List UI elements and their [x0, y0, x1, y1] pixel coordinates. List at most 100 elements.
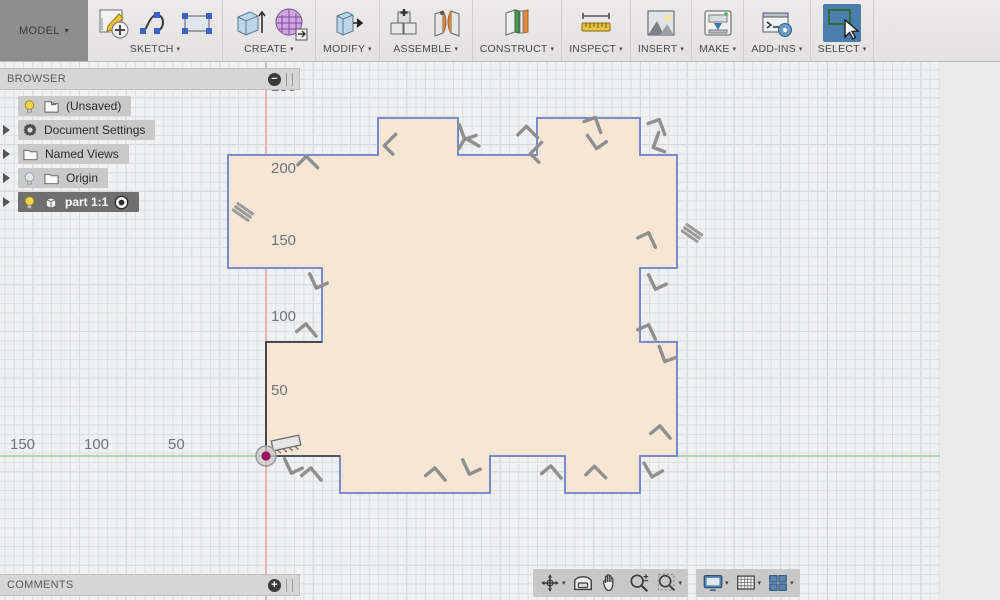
chevron-down-icon: ▾: [798, 46, 803, 53]
insert-image-icon[interactable]: [643, 5, 679, 41]
new-component-icon[interactable]: [387, 5, 423, 41]
expand-triangle-icon[interactable]: [0, 147, 14, 161]
expand-triangle-icon[interactable]: [0, 195, 14, 209]
chevron-down-icon: ▾: [454, 46, 459, 53]
zoom-window-button[interactable]: ▾: [654, 571, 685, 595]
3d-print-icon[interactable]: [700, 5, 736, 41]
create-sketch-icon[interactable]: [95, 5, 131, 41]
pan-hand-icon[interactable]: [600, 572, 622, 594]
zoom-icon[interactable]: [628, 572, 650, 594]
rectangle-icon[interactable]: [179, 5, 215, 41]
toolbar-group-make[interactable]: MAKE ▾: [692, 0, 745, 61]
measure-ruler-icon[interactable]: [578, 5, 614, 41]
scripts-addins-icon[interactable]: [759, 5, 795, 41]
chevron-down-icon[interactable]: ▾: [562, 579, 566, 587]
look-at-icon[interactable]: [572, 572, 594, 594]
workspace-switcher[interactable]: MODEL ▾: [0, 0, 88, 61]
toolbar-group-select[interactable]: SELECT ▾: [811, 0, 875, 61]
axis-label-x-100: 100: [84, 436, 110, 453]
chevron-down-icon: ▾: [732, 46, 737, 53]
panel-grip-icon[interactable]: [286, 578, 293, 592]
spline-icon[interactable]: [137, 5, 173, 41]
chevron-down-icon: ▾: [64, 26, 69, 35]
browser-item-named-views[interactable]: Named Views: [0, 142, 300, 166]
navigation-group-view: ▾ ▾: [533, 569, 689, 597]
orbit-icon[interactable]: [539, 572, 561, 594]
browser-item-document-settings[interactable]: Document Settings: [0, 118, 300, 142]
toolbar-label-insert: INSERT: [637, 43, 678, 55]
axis-label-y-100: 100: [271, 308, 297, 325]
browser-item-origin[interactable]: Origin: [0, 166, 300, 190]
display-settings-button[interactable]: ▾: [700, 571, 731, 595]
chevron-down-icon: ▾: [550, 46, 555, 53]
canvas-right-margin: [940, 62, 1000, 600]
chevron-down-icon: ▾: [290, 46, 294, 53]
toolbar-group-insert[interactable]: INSERT ▾: [631, 0, 693, 61]
toolbar-group-sketch[interactable]: SKETCH ▾: [88, 0, 223, 61]
minus-circle-icon[interactable]: −: [268, 72, 281, 86]
pan-button[interactable]: [598, 571, 624, 595]
orbit-button[interactable]: ▾: [537, 571, 568, 595]
offset-plane-icon[interactable]: [499, 5, 535, 41]
workspace-label: MODEL: [19, 24, 60, 37]
toolbar-label-construct: CONSTRUCT: [479, 43, 548, 55]
browser-item-unsaved[interactable]: (Unsaved): [0, 94, 300, 118]
toolbar-group-assemble[interactable]: ASSEMBLE ▾: [380, 0, 473, 61]
browser-item-label: Named Views: [45, 147, 119, 161]
chevron-down-icon[interactable]: ▾: [758, 579, 762, 587]
viewports-button[interactable]: ▾: [765, 571, 796, 595]
lightbulb-off-icon[interactable]: [22, 171, 37, 186]
select-cursor-icon[interactable]: [824, 5, 860, 41]
press-pull-icon[interactable]: [329, 5, 365, 41]
browser-item-label: part 1:1: [65, 195, 109, 209]
expand-triangle-icon[interactable]: [0, 99, 14, 113]
toolbar-label-make: MAKE: [699, 43, 730, 55]
select-button-highlight[interactable]: [823, 4, 862, 42]
sketch-origin-point[interactable]: [255, 445, 277, 467]
chevron-down-icon[interactable]: ▾: [790, 579, 794, 587]
chevron-down-icon: ▾: [176, 46, 181, 53]
browser-panel: BROWSER − (Unsaved) Document Settings Na…: [0, 68, 300, 214]
viewports-icon[interactable]: [767, 572, 789, 594]
chevron-down-icon[interactable]: ▾: [725, 579, 729, 587]
look-at-button[interactable]: [570, 571, 596, 595]
axis-label-x-150: 150: [10, 436, 36, 453]
fusion360-window: MODEL ▾ SKETCH ▾ CREATE ▾ MODIFY ▾ ASSEM…: [0, 0, 1000, 600]
chevron-down-icon[interactable]: ▾: [679, 579, 683, 587]
toolbar-group-create[interactable]: CREATE ▾: [223, 0, 316, 61]
comments-title: COMMENTS: [7, 579, 74, 591]
expand-triangle-icon[interactable]: [0, 123, 14, 137]
document-icon: [44, 100, 59, 113]
toolbar-group-modify[interactable]: MODIFY ▾: [316, 0, 380, 61]
toolbar-group-inspect[interactable]: INSPECT ▾: [562, 0, 631, 61]
toolbar-group-addins[interactable]: ADD-INS ▾: [744, 0, 811, 61]
toolbar-label-sketch: SKETCH: [129, 43, 174, 55]
chevron-down-icon: ▾: [619, 46, 623, 53]
panel-grip-icon[interactable]: [286, 72, 293, 86]
lightbulb-on-icon[interactable]: [22, 99, 37, 114]
browser-item-label: Document Settings: [44, 123, 146, 137]
expand-triangle-icon[interactable]: [0, 171, 14, 185]
toolbar-label-select: SELECT: [817, 43, 860, 55]
lightbulb-on-icon[interactable]: [22, 195, 37, 210]
axis-label-y-150: 150: [271, 232, 297, 249]
grid-snaps-icon[interactable]: [735, 572, 757, 594]
chevron-down-icon: ▾: [680, 46, 685, 53]
main-toolbar: MODEL ▾ SKETCH ▾ CREATE ▾ MODIFY ▾ ASSEM…: [0, 0, 1000, 62]
toolbar-group-construct[interactable]: CONSTRUCT ▾: [473, 0, 563, 61]
toolbar-label-assemble: ASSEMBLE: [393, 43, 452, 55]
plus-circle-icon[interactable]: +: [268, 578, 281, 592]
browser-header[interactable]: BROWSER −: [0, 68, 300, 90]
extrude-icon[interactable]: [230, 5, 266, 41]
mesh-create-icon[interactable]: [272, 5, 308, 41]
display-settings-icon[interactable]: [702, 572, 724, 594]
toolbar-label-addins: ADD-INS: [751, 43, 796, 55]
activate-radio-icon[interactable]: [114, 195, 129, 210]
grid-snaps-button[interactable]: ▾: [733, 571, 764, 595]
joint-icon[interactable]: [429, 5, 465, 41]
comments-panel-header[interactable]: COMMENTS +: [0, 574, 300, 596]
zoom-window-icon[interactable]: [656, 572, 678, 594]
browser-item-part-1-1[interactable]: part 1:1: [0, 190, 300, 214]
folder-icon: [23, 149, 38, 160]
zoom-button[interactable]: [626, 571, 652, 595]
